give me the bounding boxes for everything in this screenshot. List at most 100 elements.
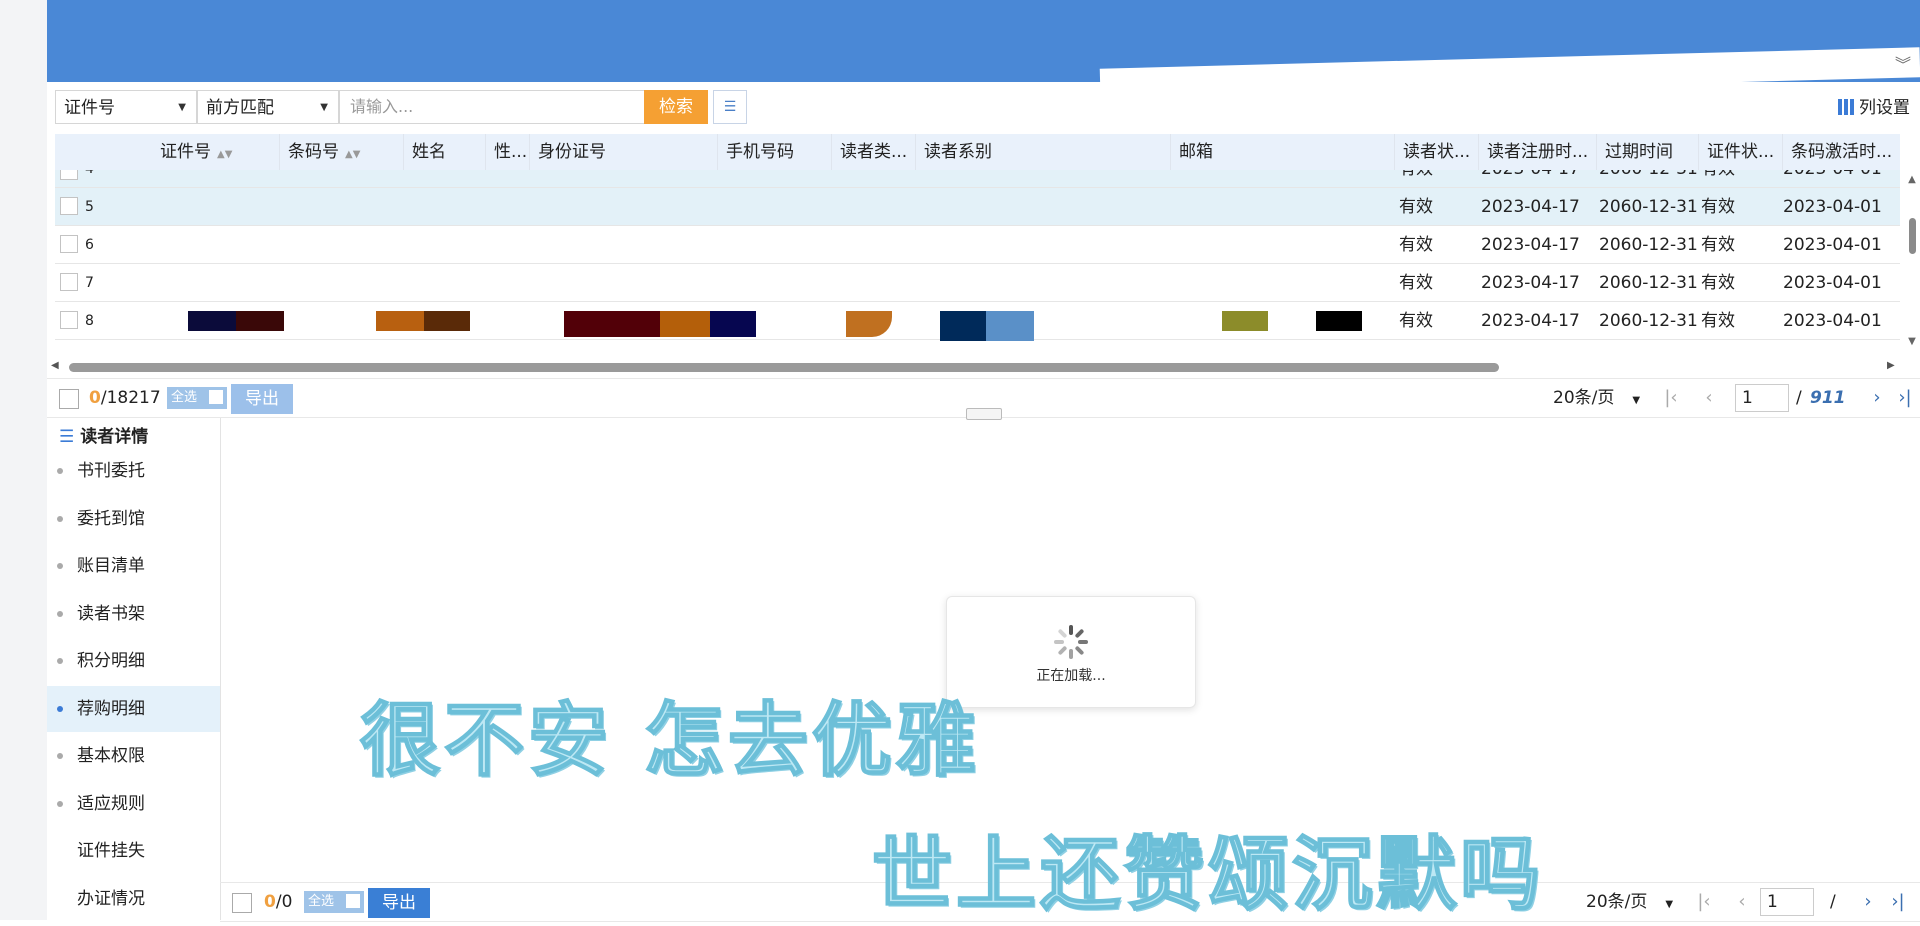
collapse-icon[interactable]: ︾ — [1886, 50, 1920, 80]
next-page-icon[interactable]: › — [1852, 887, 1884, 917]
column-header-label: 条码号 — [288, 142, 339, 162]
reader-status-cell: 有效 — [1399, 235, 1433, 255]
sidebar-item-label: 证件挂失 — [77, 841, 145, 861]
table-row[interactable]: 7 有效 2023-04-17 2060-12-31 有效 2023-04-01 — [55, 264, 1900, 302]
column-header[interactable]: 条码号 ▲▼ — [280, 134, 404, 170]
sidebar-item-card-status[interactable]: 办证情况 — [47, 876, 220, 922]
row-number: 6 — [85, 237, 94, 253]
export-button[interactable]: 导出 — [231, 384, 293, 414]
column-header[interactable]: 读者状... — [1395, 134, 1479, 170]
select-all-toggle[interactable]: 全选 — [304, 891, 364, 913]
selected-count: 0/18217 — [89, 379, 161, 417]
bullet-icon — [57, 516, 63, 522]
row-checkbox[interactable] — [60, 235, 78, 253]
pane-splitter-handle[interactable] — [966, 408, 1002, 420]
row-number: 7 — [85, 275, 94, 291]
column-header[interactable]: 读者系别 — [916, 134, 1171, 170]
last-page-icon[interactable]: ›| — [1889, 383, 1920, 413]
sidebar-item-recommend[interactable]: 荐购明细 — [47, 686, 220, 732]
select-all-label: 全选 — [308, 894, 335, 909]
column-header[interactable]: 读者类... — [832, 134, 916, 170]
expire-date-cell: 2060-12-31 — [1599, 311, 1698, 331]
column-header[interactable]: 证件状... — [1699, 134, 1783, 170]
column-header[interactable]: 性... — [486, 134, 530, 170]
sort-icon[interactable]: ▲▼ — [217, 149, 232, 160]
page-size-select[interactable]: 20条/页 ▼ — [1586, 883, 1673, 924]
page-number-input[interactable]: 1 — [1735, 384, 1789, 412]
sort-icon[interactable]: ▲▼ — [345, 149, 360, 160]
scroll-up-icon[interactable]: ▲ — [1904, 174, 1920, 185]
horizontal-scrollbar[interactable]: ◀ ▶ — [47, 360, 1900, 376]
sidebar-item-bookshelf[interactable]: 读者书架 — [47, 591, 220, 637]
page-number-input[interactable]: 1 — [1760, 888, 1814, 916]
page-separator: / — [1830, 892, 1836, 912]
loading-dialog: 正在加载... — [946, 596, 1196, 708]
search-input[interactable]: 请输入... — [339, 90, 645, 124]
sidebar-item-label: 积分明细 — [77, 651, 145, 671]
match-mode-value: 前方匹配 — [206, 98, 274, 118]
sidebar-item-label: 适应规则 — [77, 794, 145, 814]
prev-page-icon[interactable]: ‹ — [1693, 383, 1725, 413]
scroll-thumb[interactable] — [69, 363, 1499, 372]
column-header[interactable]: 读者注册时... — [1479, 134, 1597, 170]
column-header[interactable]: 过期时间 — [1597, 134, 1699, 170]
column-header-label: 手机号码 — [726, 142, 794, 162]
first-page-icon[interactable]: |‹ — [1655, 383, 1687, 413]
match-mode-select[interactable]: 前方匹配 ▼ — [197, 90, 339, 124]
row-checkbox[interactable] — [60, 170, 78, 180]
scroll-left-icon[interactable]: ◀ — [51, 360, 59, 371]
selected-number: 0 — [264, 892, 276, 912]
sidebar-item-account-list[interactable]: 账目清单 — [47, 543, 220, 589]
column-header[interactable]: 邮箱 — [1171, 134, 1395, 170]
column-header[interactable]: 姓名 — [404, 134, 486, 170]
column-settings-button[interactable]: 列设置 — [1838, 94, 1910, 122]
scroll-right-icon[interactable]: ▶ — [1887, 360, 1895, 371]
last-page-icon[interactable]: ›| — [1882, 887, 1914, 917]
prev-page-icon[interactable]: ‹ — [1726, 887, 1758, 917]
scroll-thumb[interactable] — [1909, 218, 1916, 254]
sidebar-item-book-entrust[interactable]: 书刊委托 — [47, 448, 220, 494]
sidebar-item-rules[interactable]: 适应规则 — [47, 781, 220, 827]
redacted-block — [376, 311, 424, 331]
search-button[interactable]: 检索 — [644, 90, 708, 124]
sidebar-item-entrust-arrived[interactable]: 委托到馆 — [47, 496, 220, 542]
advanced-search-icon[interactable]: ☰ — [713, 90, 747, 124]
overlay-text-line1: 很不安 怎去优雅 — [359, 693, 980, 788]
card-status-cell: 有效 — [1701, 311, 1735, 331]
sidebar-item-label: 办证情况 — [77, 889, 145, 909]
bullet-icon — [57, 801, 63, 807]
column-header[interactable]: 身份证号 — [530, 134, 718, 170]
scroll-down-icon[interactable]: ▼ — [1904, 336, 1920, 347]
column-header[interactable]: 证件号 ▲▼ — [152, 134, 280, 170]
table-row[interactable]: 8 有效 2023-04-17 2060-12-31 有效 2023-04-01 — [55, 302, 1900, 341]
column-header-label: 身份证号 — [538, 142, 606, 162]
caret-down-icon: ▼ — [178, 102, 186, 113]
sidebar-item-permissions[interactable]: 基本权限 — [47, 733, 220, 779]
sidebar-item-card-loss[interactable]: 证件挂失 — [47, 828, 220, 874]
row-checkbox[interactable] — [60, 197, 78, 215]
page-size-select[interactable]: 20条/页 ▼ — [1553, 379, 1640, 420]
register-date-cell: 2023-04-17 — [1481, 170, 1580, 188]
redacted-block — [940, 311, 986, 341]
column-header-label: 过期时间 — [1605, 142, 1673, 162]
select-page-checkbox[interactable] — [59, 389, 79, 409]
sidebar-item-points[interactable]: 积分明细 — [47, 638, 220, 684]
table-row[interactable]: 4 有效 2023-04-17 2060-12-31 有效 2023-04-01 — [55, 170, 1900, 188]
vertical-scrollbar[interactable]: ▲ ▼ — [1904, 170, 1920, 352]
expire-date-cell: 2060-12-31 — [1599, 170, 1698, 188]
select-all-toggle[interactable]: 全选 — [167, 387, 227, 409]
table-row[interactable]: 5 有效 2023-04-17 2060-12-31 有效 2023-04-01 — [55, 188, 1900, 226]
sidebar-item-label: 读者书架 — [77, 604, 145, 624]
first-page-icon[interactable]: |‹ — [1688, 887, 1720, 917]
export-button[interactable]: 导出 — [368, 888, 430, 918]
select-page-checkbox[interactable] — [232, 893, 252, 913]
left-strip — [0, 0, 94, 920]
column-header[interactable]: 手机号码 — [718, 134, 832, 170]
search-field-select[interactable]: 证件号 ▼ — [55, 90, 197, 124]
sidebar-item-label: 委托到馆 — [77, 509, 145, 529]
table-row[interactable]: 6 有效 2023-04-17 2060-12-31 有效 2023-04-01 — [55, 226, 1900, 264]
redacted-block — [236, 311, 284, 331]
column-header[interactable]: 条码激活时... — [1783, 134, 1900, 170]
row-checkbox[interactable] — [60, 273, 78, 291]
row-checkbox[interactable] — [60, 311, 78, 329]
